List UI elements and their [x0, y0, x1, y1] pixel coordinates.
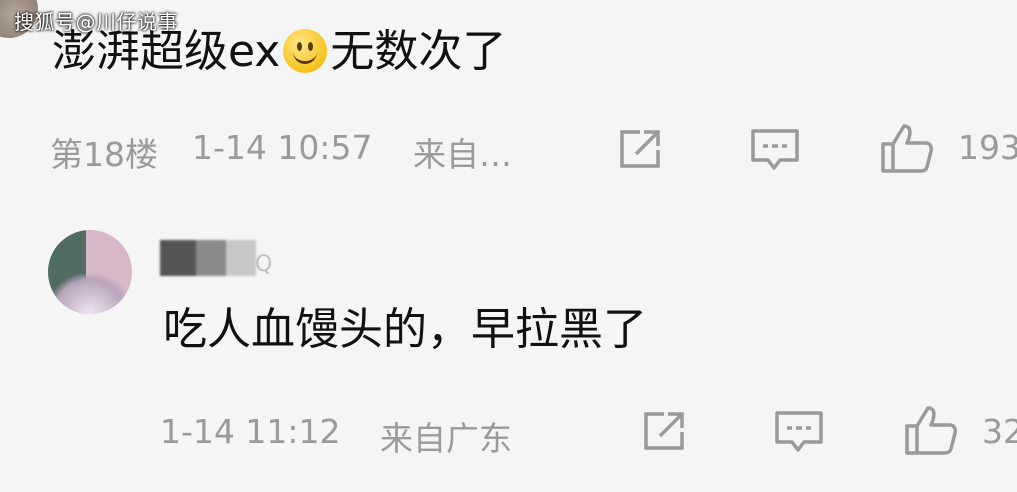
comment-time: 1-14 11:12: [160, 412, 341, 451]
comment-text: 吃人血馒头的，早拉黑了: [163, 304, 647, 355]
comment-source: 来自…: [413, 135, 512, 174]
reply-icon[interactable]: [774, 410, 824, 454]
smiley-face-icon: [283, 29, 328, 73]
share-icon[interactable]: [618, 128, 666, 170]
comment-text-part: 无数次了: [330, 26, 507, 77]
like-count: 32: [982, 412, 1017, 451]
reply-icon[interactable]: [750, 128, 800, 172]
floor-label: 第18楼: [50, 135, 158, 174]
username-visible-text: Q: [255, 252, 273, 277]
comment-source: 来自广东: [380, 419, 512, 458]
share-icon[interactable]: [642, 410, 690, 452]
avatar[interactable]: [48, 230, 132, 314]
watermark: 搜狐号@川仔说事: [14, 10, 178, 34]
comment-time: 1-14 10:57: [192, 128, 373, 167]
like-icon[interactable]: [880, 122, 934, 174]
like-count: 193: [958, 128, 1017, 167]
like-icon[interactable]: [904, 404, 958, 456]
